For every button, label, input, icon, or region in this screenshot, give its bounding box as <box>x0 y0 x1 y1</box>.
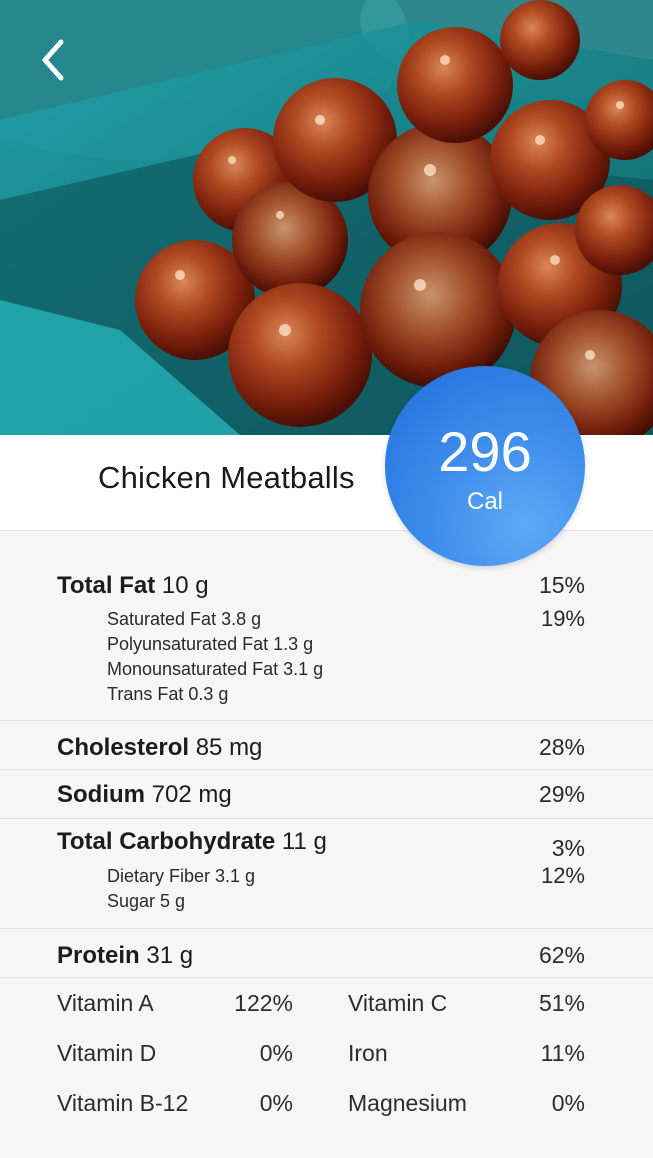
sub-nutrient: Trans Fat 0.3 g <box>107 684 229 704</box>
nutrient-percent: 3% <box>551 835 585 861</box>
vitamin-label: Vitamin C <box>348 990 448 1016</box>
sub-nutrient: Dietary Fiber 3.1 g <box>107 866 256 886</box>
nutrient-amount: 702 mg <box>151 781 232 808</box>
nutrient-section-total-carbohydrate: Total Carbohydrate 11 g 3% Dietary Fiber… <box>0 819 653 929</box>
calories-unit: Cal <box>466 488 503 515</box>
nutrient-row-cholesterol: Cholesterol 85 mg 28% <box>57 734 585 762</box>
sub-nutrient: Monounsaturated Fat 3.1 g <box>107 659 324 679</box>
nutrient-percent: 28% <box>538 734 585 760</box>
nutrient-label: Cholesterol 85 mg <box>57 734 262 762</box>
sub-nutrient-percent: 19% <box>540 606 585 631</box>
nutrient-amount: 31 g <box>146 942 194 969</box>
nutrient-row-total-fat: Total Fat 10 g 15% <box>57 572 585 600</box>
nutrient-row-protein: Protein 31 g 62% <box>57 942 585 970</box>
nutrient-section-sodium: Sodium 702 mg 29% <box>0 770 653 819</box>
nutrition-facts: Total Fat 10 g 15% Saturated Fat 3.8 g 1… <box>0 532 653 978</box>
vitamin-value: 122% <box>234 990 293 1016</box>
vitamin-label: Vitamin A <box>57 990 154 1016</box>
sub-nutrient-percent: 12% <box>540 863 585 888</box>
nutrient-percent: 15% <box>538 572 585 598</box>
nutrient-label: Total Carbohydrate 11 g <box>57 828 327 856</box>
vitamin-value: 0% <box>551 1090 585 1116</box>
vitamin-label: Iron <box>348 1040 388 1066</box>
recipe-title: Chicken Meatballs <box>98 460 355 495</box>
nutrient-name: Sodium <box>57 781 145 808</box>
nutrient-name: Cholesterol <box>57 734 190 761</box>
vitamin-label: Magnesium <box>348 1090 467 1116</box>
nutrient-name: Total Fat <box>57 572 156 599</box>
nutrient-amount: 10 g <box>161 572 209 599</box>
meatballs-photo <box>0 0 653 435</box>
nutrient-row-total-carbohydrate: Total Carbohydrate 11 g 3% <box>57 828 585 861</box>
nutrient-label: Protein 31 g <box>57 942 193 970</box>
nutrient-percent: 29% <box>538 781 585 807</box>
vitamin-value: 11% <box>540 1040 585 1066</box>
vitamin-value: 0% <box>259 1090 293 1116</box>
sub-nutrient: Polyunsaturated Fat 1.3 g <box>107 634 314 654</box>
nutrient-name: Protein <box>57 942 140 969</box>
hero-food-image <box>0 0 653 435</box>
nutrient-label: Sodium 702 mg <box>57 781 232 809</box>
calories-value: 296 <box>438 420 532 483</box>
nutrient-row-sodium: Sodium 702 mg 29% <box>57 781 585 809</box>
sub-nutrient: Sugar 5 g <box>107 891 186 911</box>
back-button[interactable] <box>30 32 76 88</box>
nutrient-section-total-fat: Total Fat 10 g 15% Saturated Fat 3.8 g 1… <box>0 532 653 721</box>
nutrient-label: Total Fat 10 g <box>57 572 209 600</box>
nutrient-name: Total Carbohydrate <box>57 828 276 855</box>
nutrient-section-cholesterol: Cholesterol 85 mg 28% <box>0 721 653 770</box>
nutrient-percent: 62% <box>538 942 585 968</box>
vitamin-label: Vitamin B-12 <box>57 1090 189 1116</box>
nutrient-amount: 11 g <box>281 828 327 855</box>
vitamin-value: 0% <box>259 1040 293 1066</box>
vitamin-label: Vitamin D <box>57 1040 157 1066</box>
sub-nutrient: Saturated Fat 3.8 g <box>107 609 262 629</box>
nutrient-section-protein: Protein 31 g 62% <box>0 929 653 978</box>
nutrient-amount: 85 mg <box>195 734 263 761</box>
chevron-left-icon <box>42 39 64 81</box>
vitamin-value: 51% <box>538 990 585 1016</box>
